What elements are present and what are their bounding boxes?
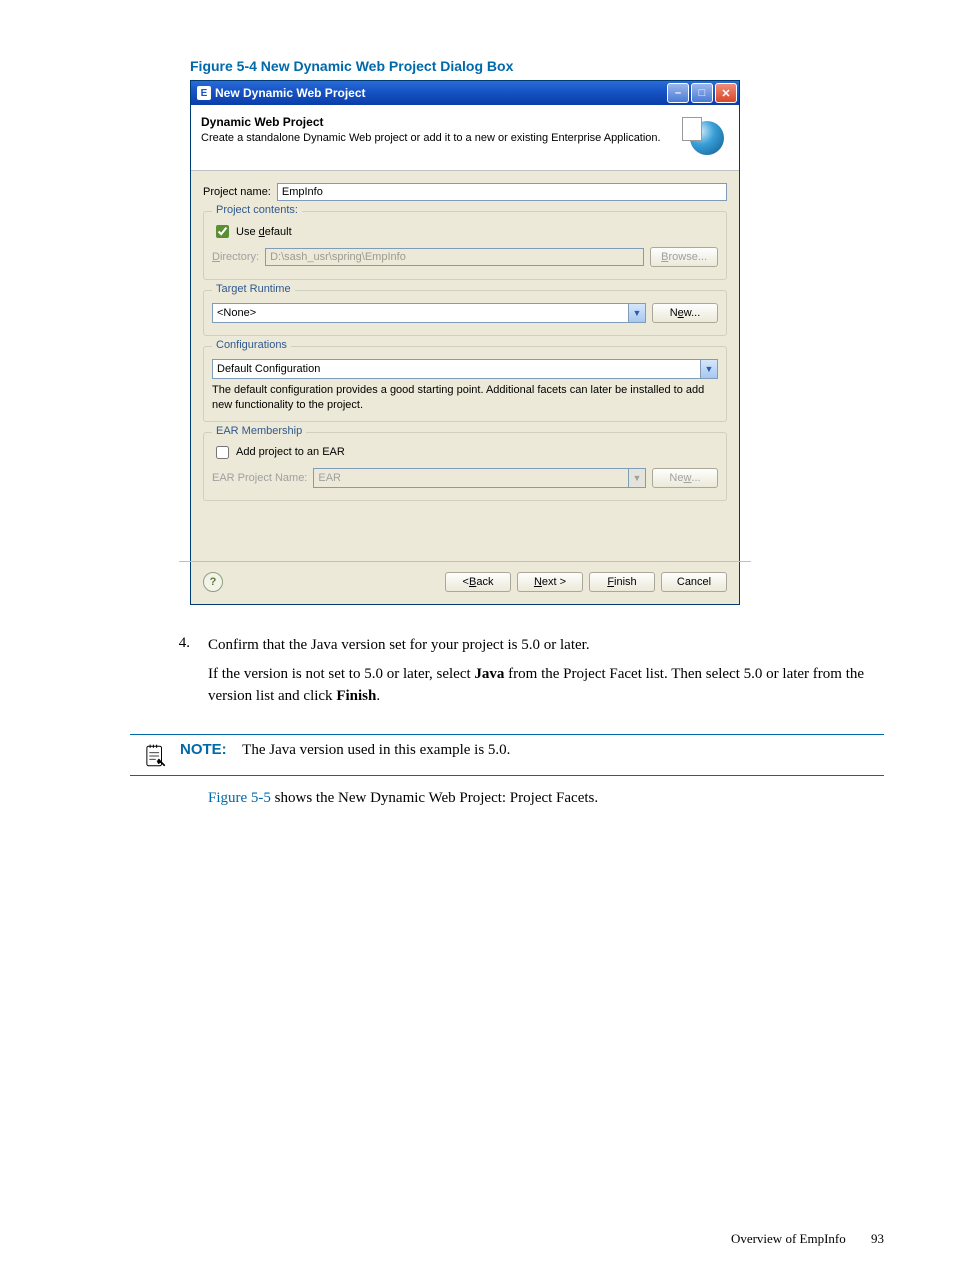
figure-reference-line: Figure 5-5 shows the New Dynamic Web Pro… bbox=[208, 790, 884, 807]
note-icon bbox=[130, 741, 180, 769]
configuration-combo[interactable]: Default Configuration ▼ bbox=[212, 359, 718, 379]
maximize-button[interactable]: □ bbox=[691, 83, 713, 103]
step-line-2: If the version is not set to 5.0 or late… bbox=[208, 664, 884, 708]
step-line-1: Confirm that the Java version set for yo… bbox=[208, 635, 884, 657]
help-icon[interactable]: ? bbox=[203, 572, 223, 592]
ear-membership-group: EAR Membership Add project to an EAR EAR… bbox=[203, 432, 727, 501]
directory-label: Directory: bbox=[212, 251, 259, 263]
add-to-ear-label: Add project to an EAR bbox=[236, 446, 345, 458]
globe-icon bbox=[690, 121, 724, 155]
configurations-group: Configurations Default Configuration ▼ T… bbox=[203, 346, 727, 422]
minimize-button[interactable]: – bbox=[667, 83, 689, 103]
step-number: 4. bbox=[130, 635, 208, 652]
project-name-input[interactable] bbox=[277, 183, 727, 201]
title-bar: E New Dynamic Web Project – □ ✕ bbox=[191, 81, 739, 105]
figure-5-5-link[interactable]: Figure 5-5 bbox=[208, 790, 271, 806]
window-title: New Dynamic Web Project bbox=[215, 86, 667, 100]
project-contents-group: Project contents: Use default Directory:… bbox=[203, 211, 727, 280]
configuration-value: Default Configuration bbox=[217, 363, 320, 375]
configuration-description: The default configuration provides a goo… bbox=[212, 383, 718, 413]
dialog-banner: Dynamic Web Project Create a standalone … bbox=[191, 105, 739, 171]
banner-title: Dynamic Web Project bbox=[201, 115, 684, 129]
figure-caption: Figure 5-4 New Dynamic Web Project Dialo… bbox=[190, 58, 884, 74]
dialog-window: E New Dynamic Web Project – □ ✕ Dynamic … bbox=[190, 80, 740, 605]
finish-button[interactable]: Finish bbox=[589, 572, 655, 592]
project-contents-legend: Project contents: bbox=[212, 204, 302, 216]
runtime-value: <None> bbox=[217, 307, 256, 319]
chevron-down-icon[interactable]: ▼ bbox=[628, 304, 645, 322]
directory-input bbox=[265, 248, 644, 266]
chevron-down-icon[interactable]: ▼ bbox=[700, 360, 717, 378]
step-4: 4. Confirm that the Java version set for… bbox=[130, 635, 884, 716]
footer-section: Overview of EmpInfo bbox=[731, 1231, 846, 1246]
app-icon: E bbox=[197, 86, 211, 100]
add-to-ear-checkbox[interactable] bbox=[216, 446, 229, 459]
footer-page-number: 93 bbox=[871, 1231, 884, 1246]
cancel-button[interactable]: Cancel bbox=[661, 572, 727, 592]
browse-button: Browse... bbox=[650, 247, 718, 267]
note-text: The Java version used in this example is… bbox=[242, 742, 510, 758]
use-default-label: Use default bbox=[236, 226, 292, 238]
note-block: NOTE: The Java version used in this exam… bbox=[130, 734, 884, 776]
target-runtime-legend: Target Runtime bbox=[212, 283, 295, 295]
close-button[interactable]: ✕ bbox=[715, 83, 737, 103]
ear-name-label: EAR Project Name: bbox=[212, 472, 307, 484]
next-button[interactable]: Next > bbox=[517, 572, 583, 592]
ear-name-value: EAR bbox=[318, 472, 341, 484]
project-name-label: Project name: bbox=[203, 186, 271, 198]
chevron-down-icon: ▼ bbox=[628, 469, 645, 487]
target-runtime-group: Target Runtime <None> ▼ New... bbox=[203, 290, 727, 336]
ear-name-combo: EAR ▼ bbox=[313, 468, 646, 488]
new-runtime-button[interactable]: New... bbox=[652, 303, 718, 323]
banner-icon bbox=[684, 115, 729, 160]
ear-membership-legend: EAR Membership bbox=[212, 425, 306, 437]
new-ear-button: New... bbox=[652, 468, 718, 488]
note-label: NOTE: bbox=[180, 741, 227, 758]
dialog-button-row: ? < Back Next > Finish Cancel bbox=[191, 562, 739, 604]
runtime-combo[interactable]: <None> ▼ bbox=[212, 303, 646, 323]
use-default-checkbox[interactable] bbox=[216, 225, 229, 238]
banner-description: Create a standalone Dynamic Web project … bbox=[201, 131, 684, 145]
back-button[interactable]: < Back bbox=[445, 572, 511, 592]
configurations-legend: Configurations bbox=[212, 339, 291, 351]
page-footer: Overview of EmpInfo 93 bbox=[731, 1231, 884, 1247]
